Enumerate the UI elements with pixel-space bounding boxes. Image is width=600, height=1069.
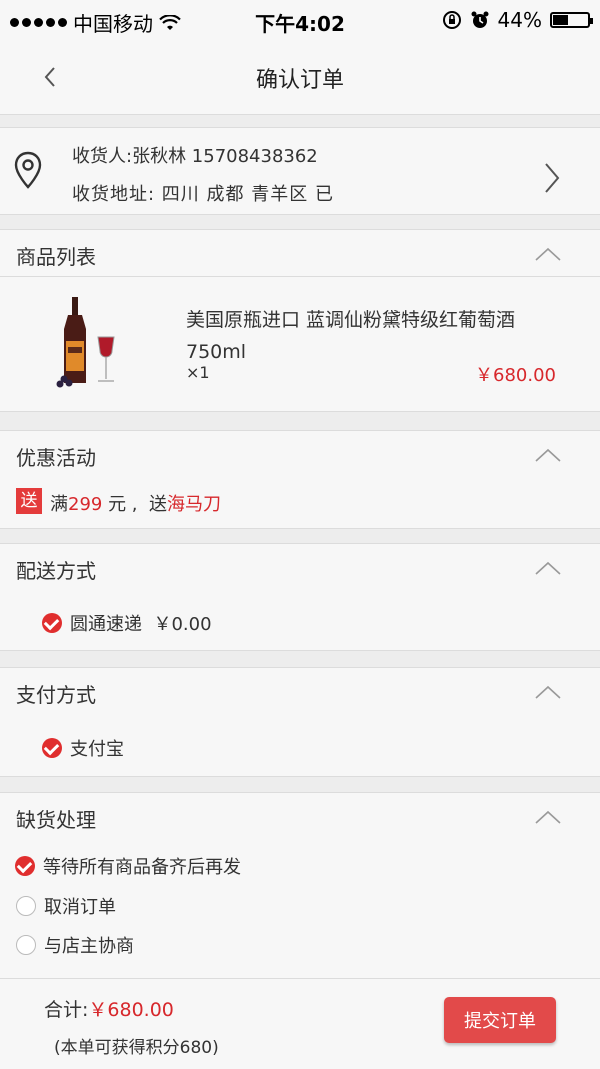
chevron-up-icon xyxy=(535,247,561,261)
wine-bottle-image xyxy=(56,297,115,388)
stockout-section-title: 缺货处理 xyxy=(16,808,96,832)
stockout-option-wait[interactable]: 等待所有商品备齐后再发 xyxy=(15,853,241,879)
product-price: ￥680.00 xyxy=(475,365,556,386)
stockout-option-label: 等待所有商品备齐后再发 xyxy=(43,857,241,878)
radio-unchecked-icon xyxy=(16,935,36,955)
chevron-up-icon xyxy=(535,561,561,575)
promo-section-title: 优惠活动 xyxy=(16,446,96,470)
submit-order-button[interactable]: 提交订单 xyxy=(444,997,556,1043)
status-bar: 中国移动 下午4:02 44% xyxy=(0,0,600,40)
location-pin-icon xyxy=(14,151,42,189)
battery-icon xyxy=(550,12,593,28)
shipping-section-title: 配送方式 xyxy=(16,559,96,583)
products-section-title: 商品列表 xyxy=(16,245,96,269)
stockout-option-label: 取消订单 xyxy=(44,897,116,918)
product-item[interactable]: 美国原瓶进口 蓝调仙粉黛特级红葡萄酒 750ml ×1 ￥680.00 xyxy=(0,277,600,412)
chevron-up-icon xyxy=(535,810,561,824)
shipping-option-label: 圆通速递 ￥0.00 xyxy=(70,614,212,635)
chevron-up-icon xyxy=(535,685,561,699)
rotation-lock-icon xyxy=(442,11,461,29)
radio-unchecked-icon xyxy=(16,896,36,916)
payment-options: 支付宝 xyxy=(0,714,600,777)
promo-threshold: 299 xyxy=(68,494,103,515)
checkmark-icon xyxy=(42,738,62,758)
product-name: 美国原瓶进口 蓝调仙粉黛特级红葡萄酒 750ml xyxy=(186,309,516,363)
shipping-options: 圆通速递 ￥0.00 xyxy=(0,590,600,651)
reward-points: (本单可获得积分680) xyxy=(54,1038,219,1058)
payment-option-label: 支付宝 xyxy=(70,739,124,760)
products-section-header[interactable]: 商品列表 xyxy=(0,229,600,277)
checkmark-icon xyxy=(42,613,62,633)
checkmark-icon xyxy=(15,856,35,876)
order-total: 合计:￥680.00 xyxy=(44,995,174,1022)
promo-section-header[interactable]: 优惠活动 xyxy=(0,430,600,478)
product-quantity: ×1 xyxy=(186,363,210,382)
total-value: ￥680.00 xyxy=(88,999,174,1021)
total-label: 合计: xyxy=(44,999,89,1021)
status-right: 44% xyxy=(442,8,593,32)
promo-text: 满299 元 , 送海马刀 xyxy=(50,490,221,516)
checkout-footer: 合计:￥680.00 (本单可获得积分680) 提交订单 xyxy=(0,978,600,1069)
payment-section-header[interactable]: 支付方式 xyxy=(0,667,600,715)
shipping-section-header[interactable]: 配送方式 xyxy=(0,543,600,591)
payment-option-selected[interactable]: 支付宝 xyxy=(42,735,124,761)
recipient-info: 收货人:张秋林 15708438362 xyxy=(72,146,318,167)
chevron-up-icon xyxy=(535,448,561,462)
shipping-address: 收货地址: 四川 成都 青羊区 已 xyxy=(72,184,334,205)
chevron-right-icon xyxy=(545,163,560,193)
navigation-bar: 确认订单 xyxy=(0,40,600,115)
battery-fill xyxy=(553,15,568,25)
shipping-option-selected[interactable]: 圆通速递 ￥0.00 xyxy=(42,610,212,636)
stockout-option-cancel[interactable]: 取消订单 xyxy=(16,893,116,919)
promo-row: 送 满299 元 , 送海马刀 xyxy=(0,476,600,529)
promo-gift: 海马刀 xyxy=(166,494,221,515)
gift-tag-badge: 送 xyxy=(16,488,42,514)
page-title: 确认订单 xyxy=(255,68,344,93)
address-card[interactable]: 收货人:张秋林 15708438362 收货地址: 四川 成都 青羊区 已 xyxy=(0,127,600,215)
payment-section-title: 支付方式 xyxy=(16,683,96,707)
promo-mid: 元 , 送 xyxy=(102,494,167,515)
stockout-option-label: 与店主协商 xyxy=(44,936,134,957)
stockout-section-header[interactable]: 缺货处理 xyxy=(0,792,600,840)
battery-percent: 44% xyxy=(497,8,542,32)
alarm-icon xyxy=(471,11,489,28)
promo-prefix: 满 xyxy=(50,494,68,515)
stockout-options: 等待所有商品备齐后再发 取消订单 与店主协商 xyxy=(0,839,600,978)
stockout-option-negotiate[interactable]: 与店主协商 xyxy=(16,932,134,958)
